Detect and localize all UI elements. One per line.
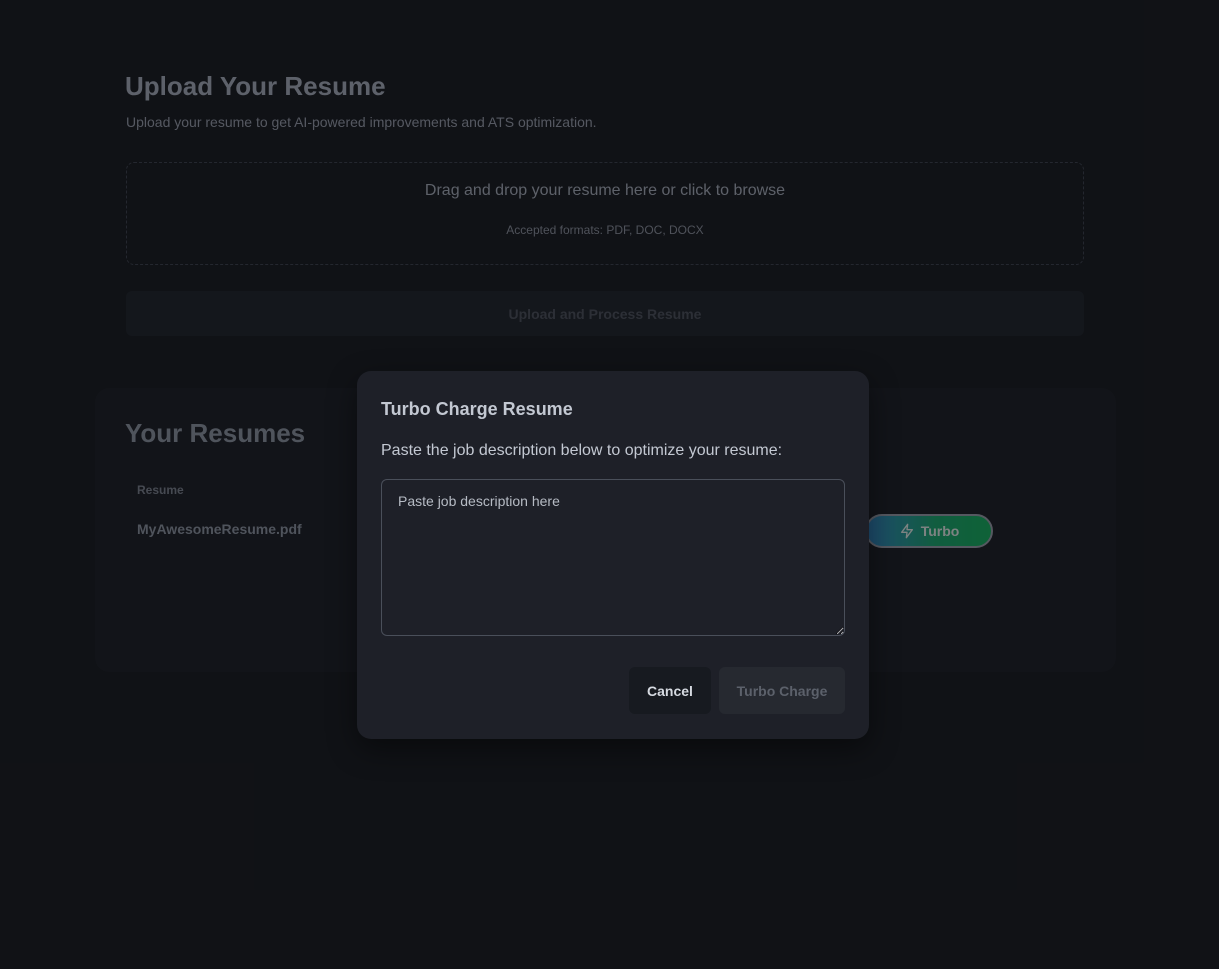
turbo-charge-modal: Turbo Charge Resume Paste the job descri… [357, 371, 869, 739]
modal-instructions: Paste the job description below to optim… [381, 442, 783, 459]
cancel-button[interactable]: Cancel [629, 667, 711, 714]
page: Upload Your Resume Upload your resume to… [0, 0, 1219, 969]
turbo-charge-button[interactable]: Turbo Charge [719, 667, 845, 714]
modal-title: Turbo Charge Resume [381, 399, 573, 419]
job-description-textarea[interactable] [381, 479, 845, 636]
